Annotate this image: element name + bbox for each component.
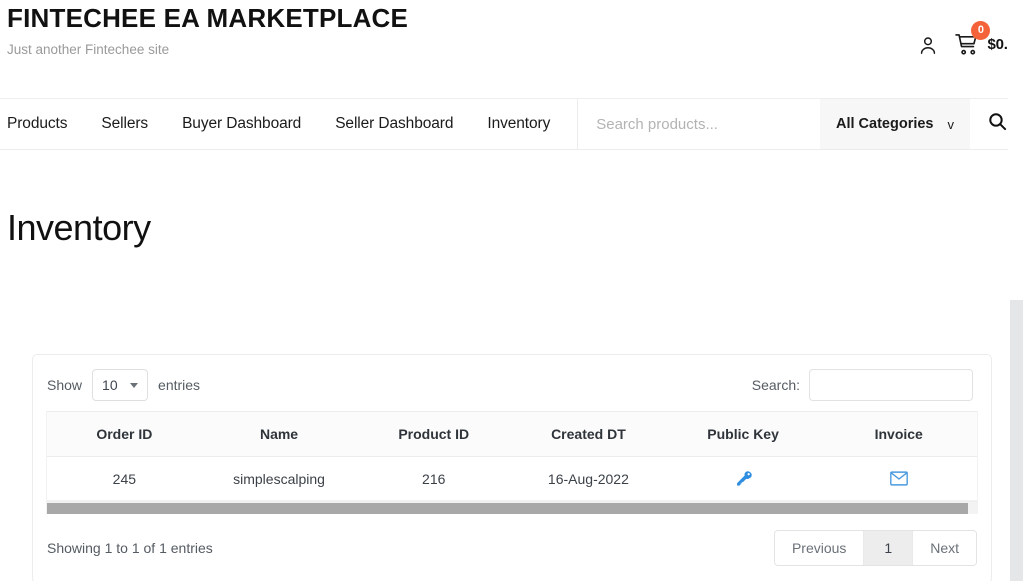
product-search-bar: All Categories v	[577, 99, 1024, 149]
column-header-product-id[interactable]: Product ID	[356, 412, 512, 457]
nav-links: Products Sellers Buyer Dashboard Seller …	[0, 99, 567, 149]
cell-name: simplescalping	[201, 456, 357, 501]
page-title: Inventory	[7, 207, 151, 248]
inventory-table: Order ID Name Product ID Created DT Publ…	[47, 412, 977, 501]
caret-down-icon	[130, 382, 139, 388]
table-row: 245 simplescalping 216 16-Aug-2022	[47, 456, 977, 501]
page-root: FINTECHEE EA MARKETPLACE Just another Fi…	[0, 0, 1024, 581]
user-icon[interactable]	[917, 34, 939, 56]
search-icon	[988, 112, 1007, 136]
nav-item-buyer-dashboard[interactable]: Buyer Dashboard	[182, 115, 318, 133]
nav-item-sellers[interactable]: Sellers	[101, 115, 165, 133]
table-search-control: Search:	[752, 369, 973, 401]
entries-label: entries	[158, 377, 201, 393]
primary-navigation: Products Sellers Buyer Dashboard Seller …	[0, 98, 1024, 150]
envelope-icon[interactable]	[889, 471, 908, 486]
page-vertical-scrollbar-thumb[interactable]	[1010, 300, 1023, 581]
table-scroll-container: Order ID Name Product ID Created DT Publ…	[46, 411, 978, 514]
pagination: Previous 1 Next	[773, 530, 977, 566]
pagination-next[interactable]: Next	[913, 531, 976, 565]
column-header-created-dt[interactable]: Created DT	[511, 412, 666, 457]
column-header-invoice[interactable]: Invoice	[820, 412, 977, 457]
table-horizontal-scrollbar[interactable]	[47, 501, 977, 514]
page-length-value: 10	[102, 377, 118, 393]
page-vertical-scrollbar[interactable]	[1008, 0, 1024, 581]
cell-public-key	[665, 456, 821, 501]
table-search-input[interactable]	[809, 369, 973, 401]
table-body: 245 simplescalping 216 16-Aug-2022	[47, 456, 977, 501]
category-dropdown-label: All Categories	[836, 116, 934, 132]
column-header-order-id[interactable]: Order ID	[47, 412, 202, 457]
category-dropdown[interactable]: All Categories v	[820, 99, 970, 149]
site-header: FINTECHEE EA MARKETPLACE Just another Fi…	[0, 0, 1024, 98]
nav-item-products[interactable]: Products	[7, 115, 84, 133]
inventory-table-card: Show 10 entries Search: Order ID Name Pr…	[32, 354, 992, 581]
column-header-public-key[interactable]: Public Key	[665, 412, 821, 457]
table-footer: Showing 1 to 1 of 1 entries Previous 1 N…	[33, 514, 991, 581]
nav-item-inventory[interactable]: Inventory	[487, 115, 567, 133]
chevron-down-icon: v	[947, 116, 955, 132]
search-input[interactable]	[578, 99, 820, 149]
column-header-name[interactable]: Name	[201, 412, 357, 457]
cell-invoice	[820, 456, 977, 501]
site-tagline: Just another Fintechee site	[7, 42, 170, 57]
key-icon[interactable]	[735, 470, 752, 487]
brand-block[interactable]: FINTECHEE EA MARKETPLACE Just another Fi…	[7, 4, 527, 58]
cell-created-dt: 16-Aug-2022	[511, 456, 666, 501]
table-info: Showing 1 to 1 of 1 entries	[47, 540, 213, 556]
main-content: Inventory	[0, 150, 1024, 248]
cell-order-id: 245	[47, 456, 202, 501]
table-search-label: Search:	[751, 377, 800, 393]
table-horizontal-scrollbar-thumb[interactable]	[47, 503, 968, 514]
site-title[interactable]: FINTECHEE EA MARKETPLACE	[7, 4, 527, 32]
page-length-control: Show 10 entries	[47, 369, 200, 401]
show-label: Show	[47, 377, 83, 393]
pagination-previous[interactable]: Previous	[774, 531, 865, 565]
cell-product-id: 216	[356, 456, 512, 501]
nav-item-seller-dashboard[interactable]: Seller Dashboard	[335, 115, 470, 133]
table-header-row: Order ID Name Product ID Created DT Publ…	[47, 412, 977, 457]
table-header: Order ID Name Product ID Created DT Publ…	[47, 412, 977, 457]
pagination-page-1[interactable]: 1	[864, 531, 914, 565]
table-controls: Show 10 entries Search:	[33, 355, 991, 411]
page-length-select[interactable]: 10	[92, 369, 149, 401]
